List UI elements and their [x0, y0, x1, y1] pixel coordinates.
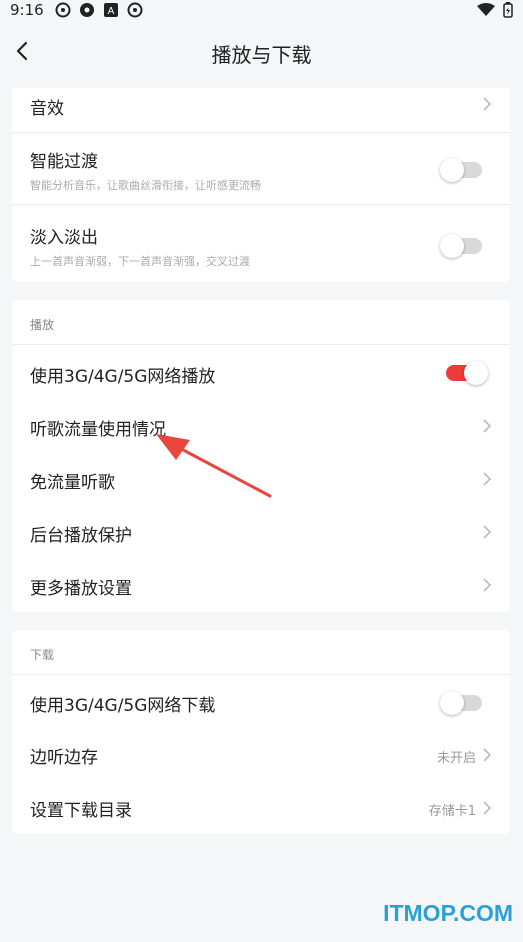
setting-row-sound-effect[interactable]: 音效: [12, 88, 510, 128]
toggle-knob: [440, 158, 464, 182]
chevron-right-icon: [483, 578, 492, 592]
chevron-right-icon: [483, 801, 492, 815]
toggle-knob: [464, 361, 488, 385]
row-value: 存储卡1: [428, 804, 476, 819]
row-title: 设置下载目录: [30, 801, 132, 821]
toggle-knob: [440, 234, 464, 258]
notification-icons: A: [55, 2, 143, 18]
section-label: 播放: [30, 318, 55, 332]
setting-row-smart-transition[interactable]: 智能过渡 智能分析音乐，让歌曲丝滑衔接，让听感更流畅: [12, 132, 510, 202]
row-title: 智能过渡: [30, 152, 98, 172]
setting-row-listen-save[interactable]: 边听边存 未开启: [12, 728, 510, 781]
row-subtitle: 上一首声音渐弱，下一首声音渐强，交叉过渡: [30, 255, 250, 268]
chevron-right-icon: [483, 525, 492, 539]
row-subtitle: 智能分析音乐，让歌曲丝滑衔接，让听感更流畅: [30, 179, 261, 192]
row-title: 免流量听歌: [30, 473, 115, 493]
play-settings-card: 播放 使用3G/4G/5G网络播放 听歌流量使用情况 免流量听歌 后台播放保护 …: [12, 300, 510, 612]
section-label: 下载: [30, 648, 55, 662]
page-title: 播放与下载: [211, 43, 312, 67]
divider: [12, 674, 510, 675]
setting-row-background-protect[interactable]: 后台播放保护: [12, 506, 510, 559]
row-title: 使用3G/4G/5G网络下载: [30, 696, 216, 716]
netease-music-icon: [127, 2, 143, 18]
row-title: 音效: [30, 99, 64, 119]
network-download-toggle[interactable]: [440, 691, 482, 715]
chevron-right-icon: [483, 419, 492, 433]
app-a-icon: A: [104, 3, 118, 17]
status-time: 9:16: [10, 1, 44, 19]
row-title: 听歌流量使用情况: [30, 420, 166, 440]
toggle-knob: [440, 691, 464, 715]
sound-settings-card: 音效 智能过渡 智能分析音乐，让歌曲丝滑衔接，让听感更流畅 淡入淡出 上一首声音…: [12, 88, 510, 282]
row-value: 未开启: [436, 751, 476, 766]
setting-row-network-play[interactable]: 使用3G/4G/5G网络播放: [12, 346, 510, 400]
netease-music-icon: [55, 2, 71, 18]
svg-text:A: A: [108, 6, 115, 17]
battery-icon: [503, 2, 513, 18]
chevron-right-icon: [483, 748, 492, 762]
fade-toggle[interactable]: [440, 234, 482, 258]
chevron-right-icon: [483, 97, 492, 111]
network-play-toggle[interactable]: [446, 361, 488, 385]
row-title: 使用3G/4G/5G网络播放: [30, 367, 216, 387]
setting-row-more-play[interactable]: 更多播放设置: [12, 559, 510, 612]
row-title: 淡入淡出: [30, 228, 98, 248]
row-title: 边听边存: [30, 748, 98, 768]
page-header: 播放与下载: [0, 20, 523, 84]
setting-row-free-traffic[interactable]: 免流量听歌: [12, 453, 510, 506]
divider: [12, 204, 510, 205]
row-title: 更多播放设置: [30, 579, 132, 599]
row-title: 后台播放保护: [30, 526, 132, 546]
setting-row-download-dir[interactable]: 设置下载目录 存储卡1: [12, 781, 510, 834]
status-bar: 9:16 A: [0, 0, 523, 20]
divider: [12, 344, 510, 345]
setting-row-fade[interactable]: 淡入淡出 上一首声音渐弱，下一首声音渐强，交叉过渡: [12, 208, 510, 278]
setting-row-network-download[interactable]: 使用3G/4G/5G网络下载: [12, 676, 510, 728]
setting-row-traffic-usage[interactable]: 听歌流量使用情况: [12, 400, 510, 453]
aperture-icon: [80, 3, 94, 17]
chevron-right-icon: [483, 472, 492, 486]
watermark: ITMOP.COM: [383, 900, 513, 926]
wifi-icon: [477, 3, 495, 16]
smart-transition-toggle[interactable]: [440, 158, 482, 182]
status-right: [477, 2, 513, 18]
download-settings-card: 下载 使用3G/4G/5G网络下载 边听边存 未开启 设置下载目录 存储卡1: [12, 630, 510, 834]
